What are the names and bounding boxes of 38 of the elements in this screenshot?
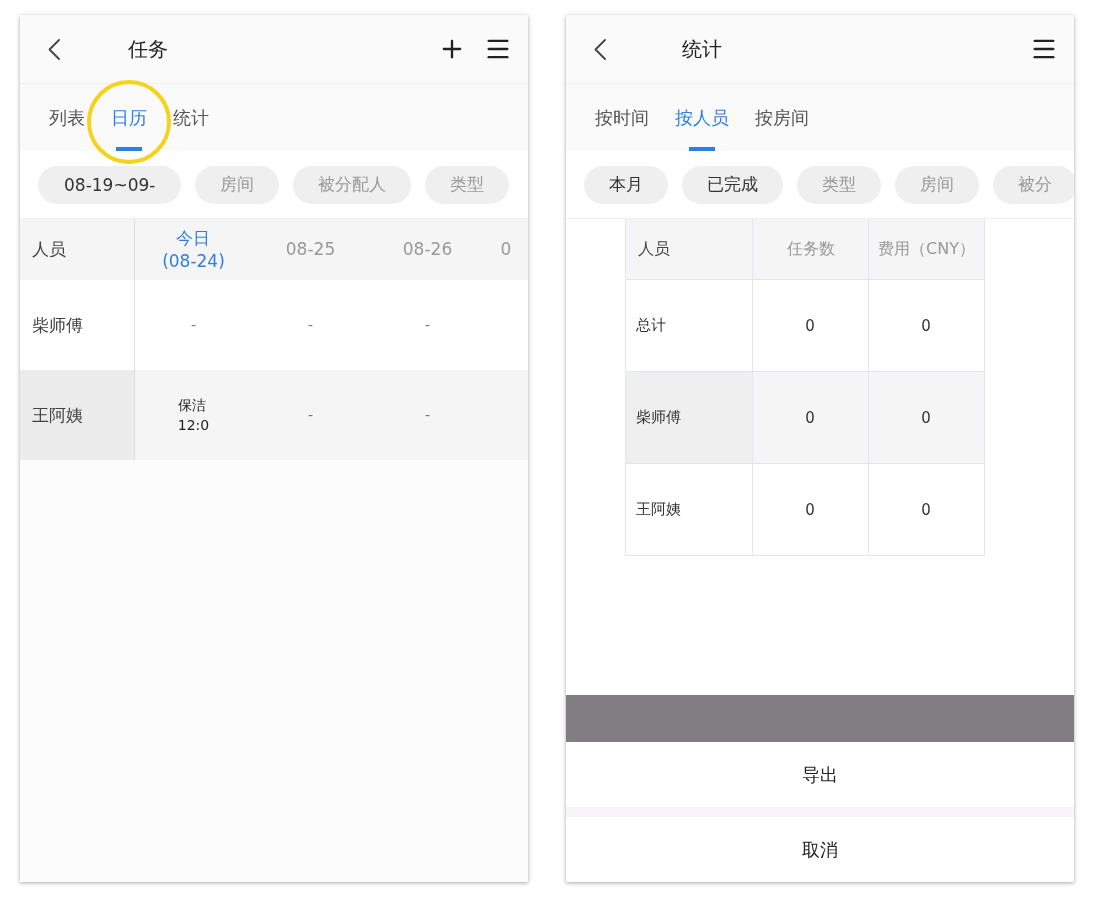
- empty-mark: -: [190, 317, 197, 333]
- column-header: 任务数: [752, 219, 869, 280]
- screen-title: 统计: [682, 35, 723, 63]
- date-header: 08-25: [284, 238, 337, 262]
- table-cell: 0: [868, 371, 985, 464]
- tab[interactable]: 按人员: [662, 84, 742, 151]
- back-button[interactable]: [48, 38, 60, 60]
- table-cell: 0: [868, 279, 985, 372]
- task-entry[interactable]: 保洁 12:0: [177, 394, 210, 436]
- filter-chip[interactable]: 08-19~09-: [38, 165, 182, 204]
- tab[interactable]: 统计: [160, 84, 222, 151]
- empty-mark: -: [424, 407, 431, 423]
- empty-mark: -: [307, 407, 314, 423]
- table-cell: 0: [752, 371, 869, 464]
- column-header: 费用（CNY）: [868, 219, 985, 280]
- screen-title: 任务: [128, 35, 169, 63]
- filter-chip[interactable]: 本月: [584, 165, 668, 204]
- empty-mark: -: [307, 317, 314, 333]
- person-cell: 王阿姨: [20, 370, 135, 460]
- table-cell: 0: [752, 279, 869, 372]
- empty-mark: -: [424, 317, 431, 333]
- table-cell: 总计: [625, 279, 753, 372]
- back-button[interactable]: [594, 38, 606, 60]
- tab[interactable]: 按时间: [582, 84, 662, 151]
- date-header: 今日 (08-24): [161, 227, 226, 273]
- table-cell: 0: [752, 463, 869, 556]
- tab[interactable]: 列表: [36, 84, 98, 151]
- tab-indicator: [116, 147, 142, 151]
- tab[interactable]: 按房间: [742, 84, 822, 151]
- column-header: 人员: [625, 219, 753, 280]
- table-cell: 0: [868, 463, 985, 556]
- table-cell: 柴师傅: [625, 371, 753, 464]
- date-header: 0: [499, 238, 513, 262]
- tab[interactable]: 日历: [98, 84, 160, 151]
- tab-indicator: [689, 147, 715, 151]
- date-header: 08-26: [401, 238, 454, 262]
- filter-chip[interactable]: 已完成: [682, 165, 783, 204]
- table-cell: 王阿姨: [625, 463, 753, 556]
